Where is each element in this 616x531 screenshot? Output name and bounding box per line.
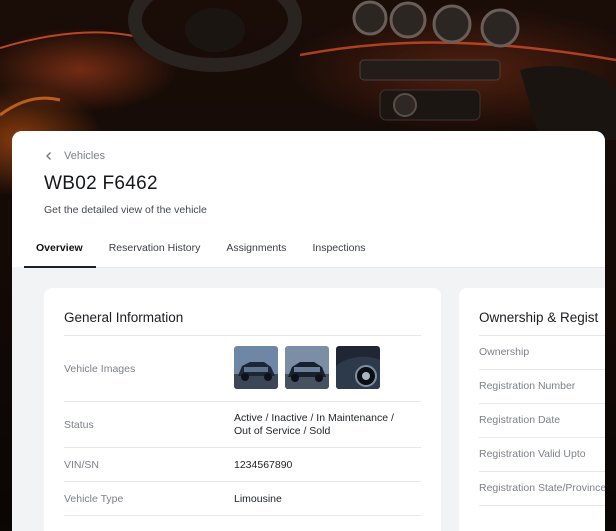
status-value-line-2: Out of Service / Sold: [234, 425, 331, 437]
registration-state-label: Registration State/Province: [479, 482, 605, 494]
general-information-title: General Information: [64, 310, 184, 325]
row-divider: [479, 335, 605, 336]
row-divider: [479, 369, 605, 370]
ownership-label: Ownership: [479, 346, 530, 358]
page-header: Vehicles WB02 F6462 Get the detailed vie…: [12, 131, 605, 268]
vehicle-type-row: Vehicle Type Limousine: [64, 481, 421, 516]
registration-valid-upto-label: Registration Valid Upto: [479, 448, 586, 460]
tab-assignments[interactable]: Assignments: [213, 233, 299, 267]
general-information-panel: General Information Vehicle Images Statu…: [44, 288, 441, 531]
row-divider: [479, 403, 605, 404]
registration-number-label: Registration Number: [479, 380, 576, 392]
row-divider: [479, 471, 605, 472]
vehicle-image-thumbnails: [234, 346, 380, 389]
vin-label: VIN/SN: [64, 459, 100, 471]
registration-date-label: Registration Date: [479, 414, 561, 426]
vehicle-images-label: Vehicle Images: [64, 363, 136, 375]
row-divider: [479, 505, 605, 506]
breadcrumb-vehicles-link[interactable]: Vehicles: [64, 150, 105, 162]
row-divider: [64, 515, 421, 517]
vehicle-type-value: Limousine: [234, 493, 282, 505]
tab-reservation-history[interactable]: Reservation History: [96, 233, 214, 267]
vehicle-detail-card: Vehicles WB02 F6462 Get the detailed vie…: [12, 131, 605, 531]
tab-bar: Overview Reservation History Assignments…: [24, 233, 605, 268]
ownership-registration-panel: Ownership & Regist Ownership Registratio…: [459, 288, 605, 531]
status-label: Status: [64, 419, 94, 431]
page-subtitle: Get the detailed view of the vehicle: [44, 204, 207, 216]
tab-overview[interactable]: Overview: [24, 233, 96, 268]
tab-inspections[interactable]: Inspections: [299, 233, 378, 267]
chevron-left-icon[interactable]: [44, 151, 54, 161]
vehicle-image-thumbnail[interactable]: [234, 346, 278, 389]
breadcrumb[interactable]: Vehicles: [44, 150, 105, 162]
vehicle-type-label: Vehicle Type: [64, 493, 124, 505]
row-divider: [479, 437, 605, 438]
vehicle-images-row: Vehicle Images: [64, 335, 421, 402]
vin-value: 1234567890: [234, 459, 293, 471]
page-title: WB02 F6462: [44, 173, 158, 194]
vin-row: VIN/SN 1234567890: [64, 447, 421, 482]
status-value-line-1: Active / Inactive / In Maintenance /: [234, 412, 394, 424]
status-row: Status Active / Inactive / In Maintenanc…: [64, 401, 421, 448]
vehicle-image-thumbnail[interactable]: [336, 346, 380, 389]
status-value: Active / Inactive / In Maintenance / Out…: [234, 412, 394, 438]
ownership-registration-title: Ownership & Regist: [479, 310, 599, 325]
vehicle-image-thumbnail[interactable]: [285, 346, 329, 389]
